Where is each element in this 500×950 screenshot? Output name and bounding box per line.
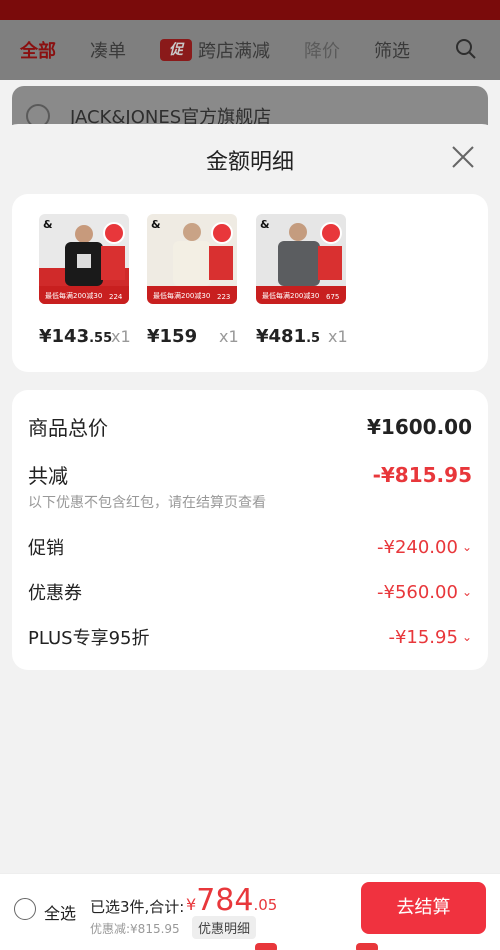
plus-discount-value: -¥15.95 [388, 626, 458, 648]
promo-badge: 促 [160, 39, 192, 61]
search-icon[interactable] [454, 37, 478, 61]
svg-text:675: 675 [326, 293, 339, 301]
amount-detail-sheet: 金额明细 & 最低每满200减30 224 ¥143.55 x1 & 最低每满2… [0, 124, 500, 950]
svg-text:最低每满200减30: 最低每满200减30 [262, 291, 319, 300]
total-amount: ¥784.05 [186, 883, 278, 918]
promo-label: 促销 [28, 538, 64, 559]
product-item[interactable]: & 最低每满200减30 223 ¥159 x1 [147, 214, 239, 347]
total-discount-label: 共减 [28, 464, 68, 488]
selected-check-icon [103, 222, 125, 244]
product-price: ¥481.5 [256, 326, 321, 347]
tab-filter[interactable]: 筛选 [374, 37, 410, 63]
tab-badge [255, 943, 277, 950]
total-discount-row: 共减 -¥815.95 [28, 460, 472, 489]
chevron-down-icon: ⌄ [461, 630, 472, 644]
product-image: & 最低每满200减30 224 [39, 214, 129, 304]
close-icon[interactable] [450, 144, 476, 170]
coupon-label: 优惠券 [28, 583, 82, 604]
product-qty: x1 [111, 327, 131, 346]
promo-value: -¥240.00 [377, 536, 458, 558]
total-discount-value: -¥815.95 [372, 462, 472, 487]
summary-card: 商品总价 ¥1600.00 共减 -¥815.95 以下优惠不包含红包，请在结算… [12, 390, 488, 670]
discount-detail-button[interactable]: 优惠明细 [192, 916, 257, 939]
product-item[interactable]: & 最低每满200减30 675 ¥481.5 x1 [256, 214, 348, 347]
product-item[interactable]: & 最低每满200减30 224 ¥143.55 x1 [39, 214, 131, 347]
selected-summary: 已选3件,合计: [90, 898, 185, 916]
tab-add-on[interactable]: 凑单 [90, 37, 126, 63]
tab-price-drop[interactable]: 降价 [304, 37, 340, 63]
coupon-value: -¥560.00 [377, 581, 458, 603]
tab-cross-store[interactable]: 促 跨店满减 [160, 37, 270, 63]
select-all-radio[interactable] [14, 898, 36, 920]
svg-text:&: & [43, 218, 53, 231]
product-image: & 最低每满200减30 223 [147, 214, 237, 304]
svg-text:最低每满200减30: 最低每满200减30 [45, 291, 102, 300]
saving-text: 优惠减:¥815.95 [90, 922, 180, 936]
chevron-down-icon: ⌄ [461, 585, 472, 599]
svg-text:224: 224 [109, 293, 123, 301]
select-all-label[interactable]: 全选 [44, 900, 76, 924]
tab-cross-store-label: 跨店满减 [198, 41, 270, 62]
svg-text:最低每满200减30: 最低每满200减30 [153, 291, 210, 300]
svg-text:223: 223 [217, 293, 230, 301]
svg-text:&: & [151, 218, 161, 231]
products-card: & 最低每满200减30 224 ¥143.55 x1 & 最低每满200减30… [12, 194, 488, 372]
total-price-value: ¥1600.00 [366, 414, 472, 439]
product-image: & 最低每满200减30 675 [256, 214, 346, 304]
selected-check-icon [320, 222, 342, 244]
coupon-row[interactable]: 优惠券 -¥560.00 ⌄ [28, 579, 472, 605]
tab-badge [356, 943, 378, 950]
product-qty: x1 [328, 327, 348, 346]
chevron-down-icon: ⌄ [461, 540, 472, 554]
sheet-title: 金额明细 [205, 150, 294, 175]
promo-row[interactable]: 促销 -¥240.00 ⌄ [28, 534, 472, 560]
total-price-label: 商品总价 [28, 416, 108, 440]
plus-discount-row[interactable]: PLUS专享95折 -¥15.95 ⌄ [28, 624, 472, 650]
product-price: ¥143.55 [39, 326, 113, 347]
plus-discount-label: PLUS专享95折 [28, 628, 150, 649]
tab-all[interactable]: 全部 [20, 37, 56, 63]
top-tab-bar: 全部 凑单 促 跨店满减 降价 筛选 [0, 20, 500, 80]
total-price-row: 商品总价 ¥1600.00 [28, 412, 472, 441]
product-price: ¥159 [147, 326, 198, 347]
svg-text:&: & [260, 218, 270, 231]
selected-check-icon [211, 222, 233, 244]
checkout-button[interactable]: 去结算 [361, 882, 486, 934]
checkout-bar: 全选 已选3件,合计: ¥784.05 优惠减:¥815.95 优惠明细 去结算 [0, 873, 500, 950]
status-strip [0, 0, 500, 20]
discount-note: 以下优惠不包含红包，请在结算页查看 [28, 495, 266, 511]
product-qty: x1 [219, 327, 239, 346]
